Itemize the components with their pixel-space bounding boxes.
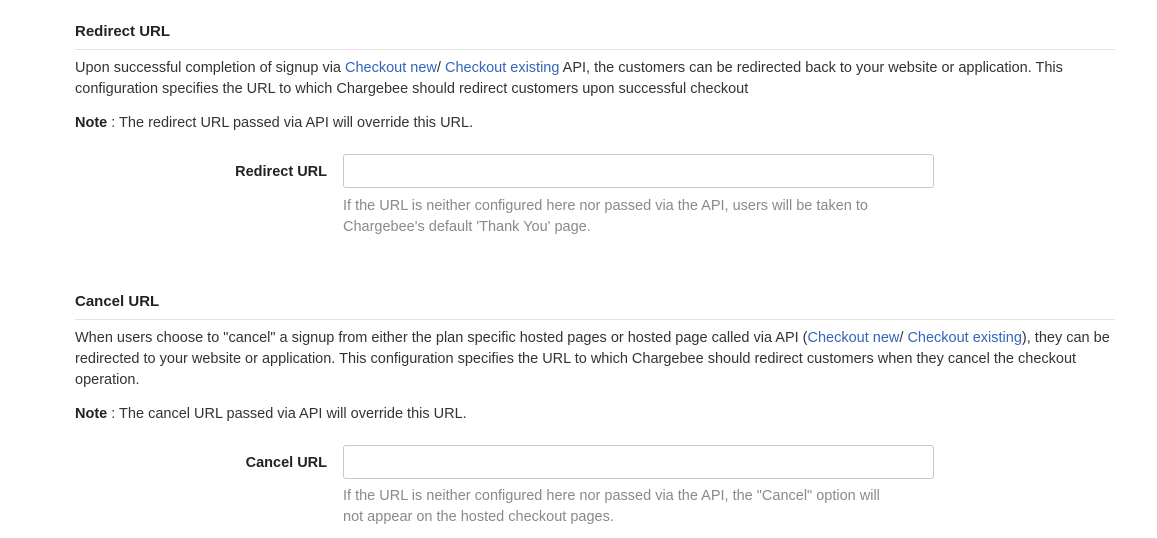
cancel-url-heading: Cancel URL — [75, 293, 1115, 320]
cancel-url-description: When users choose to "cancel" a signup f… — [75, 328, 1115, 391]
redirect-url-label: Redirect URL — [235, 164, 327, 180]
redirect-desc-text-1: Upon successful completion of signup via — [75, 60, 346, 76]
note-text: : The redirect URL passed via API will o… — [107, 115, 474, 131]
redirect-url-help-text: If the URL is neither configured here no… — [343, 198, 868, 235]
redirect-url-note: Note : The redirect URL passed via API w… — [75, 113, 1115, 133]
cancel-url-field-row: Cancel URL If the URL is neither configu… — [75, 445, 1115, 535]
checkout-existing-link[interactable]: Checkout existing — [907, 330, 1021, 346]
checkout-new-link[interactable]: Checkout new — [345, 60, 437, 76]
redirect-url-field-row: Redirect URL If the URL is neither confi… — [75, 154, 1115, 244]
cancel-url-section: Cancel URL When users choose to "cancel"… — [75, 293, 1115, 424]
redirect-desc-sep: / — [436, 60, 445, 76]
redirect-url-heading: Redirect URL — [75, 23, 1115, 50]
redirect-url-section: Redirect URL Upon successful completion … — [75, 23, 1115, 133]
note-label: Note — [75, 406, 108, 422]
cancel-desc-text-1: When users choose to "cancel" a signup f… — [75, 330, 808, 346]
note-text: : The cancel URL passed via API will ove… — [107, 406, 467, 422]
redirect-url-input[interactable] — [343, 154, 934, 188]
cancel-url-help-text: If the URL is neither configured here no… — [343, 488, 880, 525]
cancel-url-input[interactable] — [343, 445, 934, 479]
redirect-url-description: Upon successful completion of signup via… — [75, 58, 1115, 100]
checkout-existing-link[interactable]: Checkout existing — [445, 60, 559, 76]
note-label: Note — [75, 115, 108, 131]
cancel-url-note: Note : The cancel URL passed via API wil… — [75, 404, 1115, 424]
checkout-new-link[interactable]: Checkout new — [808, 330, 900, 346]
cancel-url-label: Cancel URL — [245, 455, 327, 471]
